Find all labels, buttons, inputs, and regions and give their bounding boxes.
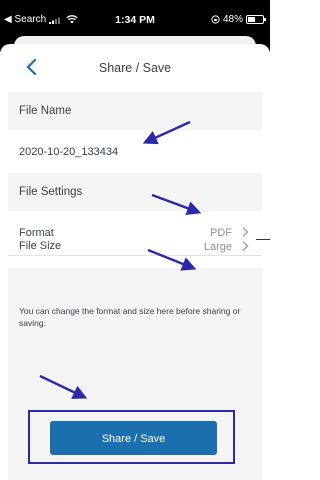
chevron-right-icon bbox=[242, 241, 249, 251]
page-title: Share / Save bbox=[98, 61, 172, 75]
status-right: 48% bbox=[211, 14, 266, 25]
file-size-row-hit[interactable]: Large bbox=[8, 226, 262, 268]
share-save-button[interactable]: Share / Save bbox=[50, 421, 217, 455]
info-text: You can change the format and size here … bbox=[19, 306, 241, 328]
annotation-dash bbox=[256, 239, 270, 240]
battery-fill bbox=[248, 17, 255, 22]
nav-header: Share / Save bbox=[0, 44, 270, 92]
file-name-value[interactable]: 2020-10-20_133434 bbox=[19, 146, 118, 158]
orientation-lock-icon bbox=[211, 15, 220, 24]
battery-percent: 48% bbox=[222, 14, 243, 25]
file-size-value: Large bbox=[203, 241, 232, 253]
section-file-name: File Name bbox=[8, 92, 262, 130]
section-file-settings: File Settings bbox=[8, 173, 262, 211]
battery-icon bbox=[246, 15, 266, 24]
